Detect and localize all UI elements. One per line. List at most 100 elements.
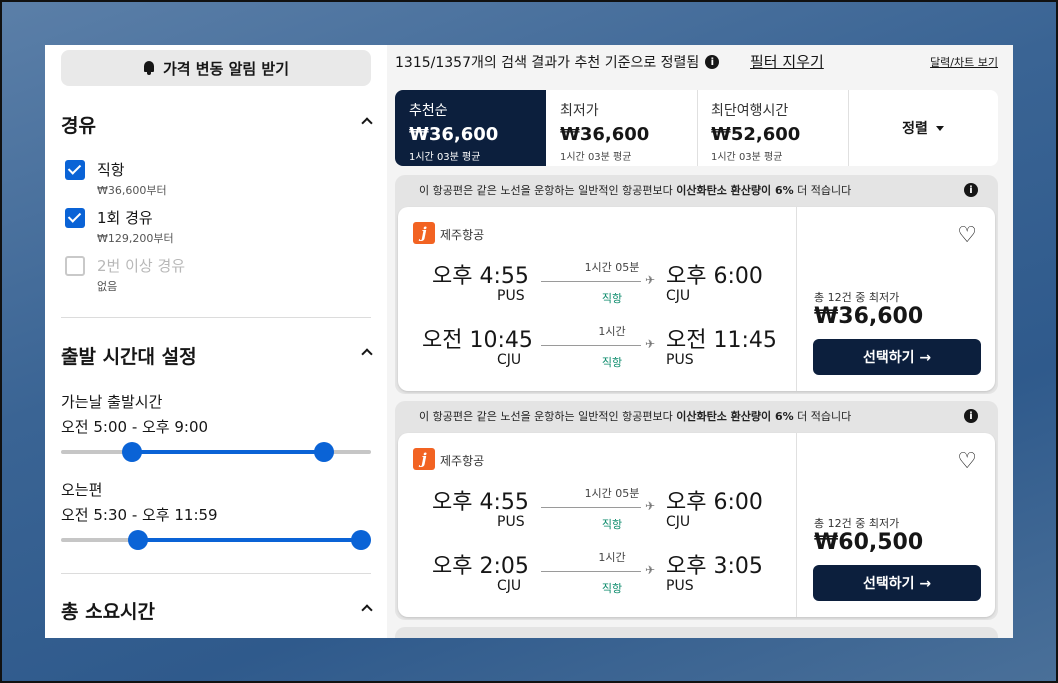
select-button[interactable]: 선택하기 → xyxy=(813,565,981,601)
arrival-airport: CJU xyxy=(666,514,691,530)
chevron-up-icon[interactable] xyxy=(361,117,373,129)
tab-cheapest[interactable]: 최저가 ₩36,600 1시간 03분 평균 xyxy=(546,90,697,166)
arrival-time: 오후 6:00 xyxy=(666,264,763,289)
stops-label: 직항 xyxy=(601,518,623,531)
slider-handle-start[interactable] xyxy=(128,530,148,550)
tab-sub: 1시간 03분 평균 xyxy=(560,152,632,163)
route-line xyxy=(541,281,641,282)
co2-note: 이 항공편은 같은 노선을 운항하는 일반적인 항공편보다 이산화탄소 환산량이… xyxy=(419,408,851,424)
departure-airport: CJU xyxy=(497,578,522,594)
tab-label: 추천순 xyxy=(409,103,448,119)
flight-card[interactable]: j 제주항공 오후 4:55 PUS 1시간 05분 ✈ 직항 오후 6:00 … xyxy=(398,207,995,391)
caret-down-icon xyxy=(935,125,944,131)
heart-icon[interactable]: ♡ xyxy=(957,223,977,248)
tab-price: ₩36,600 xyxy=(409,124,499,145)
outbound-time-label: 가는날 출발시간 xyxy=(61,393,163,411)
outbound-time-range: 오전 5:00 - 오후 9:00 xyxy=(61,418,209,436)
stops-label: 직항 xyxy=(601,356,623,369)
tab-price: ₩52,600 xyxy=(711,124,801,145)
price-caption: 총 12건 중 최저가 xyxy=(814,291,900,304)
divider xyxy=(61,317,371,318)
outbound-leg: 오후 4:55 PUS 1시간 05분 ✈ 직항 오후 6:00 CJU xyxy=(398,479,798,535)
tab-sub: 1시간 03분 평균 xyxy=(711,152,783,163)
select-button[interactable]: 선택하기 → xyxy=(813,339,981,375)
price-caption: 총 12건 중 최저가 xyxy=(814,517,900,530)
info-icon[interactable]: i xyxy=(964,409,978,423)
option-sub-one-stop: ₩129,200부터 xyxy=(97,232,174,245)
sort-bar: 추천순 ₩36,600 1시간 03분 평균 최저가 ₩36,600 1시간 0… xyxy=(395,90,998,166)
app-panel: 가격 변동 알림 받기 경유 직항 ₩36,600부터 1회 경유 ₩129,2… xyxy=(45,45,1013,638)
price: ₩60,500 xyxy=(814,530,924,555)
return-leg: 오후 2:05 CJU 1시간 ✈ 직항 오후 3:05 PUS xyxy=(398,543,798,599)
flight-duration: 1시간 05분 xyxy=(584,261,640,274)
bell-icon xyxy=(143,61,155,75)
return-leg: 오전 10:45 CJU 1시간 ✈ 직항 오전 11:45 PUS xyxy=(398,317,798,373)
arrival-airport: CJU xyxy=(666,288,691,304)
checkbox-nonstop[interactable] xyxy=(65,160,85,180)
price: ₩36,600 xyxy=(814,304,924,329)
departure-time: 오후 2:05 xyxy=(432,554,529,579)
clear-filters-link[interactable]: 필터 지우기 xyxy=(750,51,824,72)
price-alert-label: 가격 변동 알림 받기 xyxy=(162,59,290,78)
departure-airport: PUS xyxy=(497,514,525,530)
outbound-leg: 오후 4:55 PUS 1시간 05분 ✈ 직항 오후 6:00 CJU xyxy=(398,253,798,309)
divider xyxy=(61,573,371,574)
departure-time: 오전 10:45 xyxy=(422,328,533,353)
airline-logo: j xyxy=(413,448,435,470)
option-sub-nonstop: ₩36,600부터 xyxy=(97,184,167,197)
slider-fill xyxy=(138,538,361,542)
return-time-slider[interactable] xyxy=(61,530,371,550)
flight-result: 이 항공편은 같은 노선을 운항하는 일반적인 항공편보다 이산화탄소 환산량이… xyxy=(395,401,998,620)
airline-name: 제주항공 xyxy=(440,228,485,242)
price-alert-button[interactable]: 가격 변동 알림 받기 xyxy=(61,50,371,86)
return-time-range: 오전 5:30 - 오후 11:59 xyxy=(61,506,218,524)
flight-duration: 1시간 xyxy=(598,325,626,338)
outbound-time-slider[interactable] xyxy=(61,442,371,462)
checkbox-one-stop[interactable] xyxy=(65,208,85,228)
option-label-nonstop: 직항 xyxy=(97,161,125,179)
departure-airport: PUS xyxy=(497,288,525,304)
card-divider xyxy=(796,207,797,391)
arrival-time: 오전 11:45 xyxy=(666,328,777,353)
route-line xyxy=(541,507,641,508)
stops-label: 직항 xyxy=(601,582,623,595)
stops-label: 직항 xyxy=(601,292,623,305)
calendar-chart-link[interactable]: 달력/차트 보기 xyxy=(930,54,998,70)
airline-name: 제주항공 xyxy=(440,454,485,468)
return-time-label: 오는편 xyxy=(61,481,103,499)
co2-note-text: 이 항공편은 같은 노선을 운항하는 일반적인 항공편보다 xyxy=(419,184,677,197)
option-label-one-stop: 1회 경유 xyxy=(97,209,153,227)
chevron-up-icon[interactable] xyxy=(361,348,373,360)
flight-card[interactable]: j 제주항공 오후 4:55 PUS 1시간 05분 ✈ 직항 오후 6:00 … xyxy=(398,433,995,617)
total-duration-title: 총 소요시간 xyxy=(61,601,156,623)
tab-fastest[interactable]: 최단여행시간 ₩52,600 1시간 03분 평균 xyxy=(697,90,848,166)
plane-icon: ✈ xyxy=(645,499,656,513)
heart-icon[interactable]: ♡ xyxy=(957,449,977,474)
sort-dropdown[interactable]: 정렬 xyxy=(848,90,998,166)
info-icon[interactable]: i xyxy=(964,183,978,197)
departure-airport: CJU xyxy=(497,352,522,368)
card-divider xyxy=(796,433,797,617)
arrival-airport: PUS xyxy=(666,578,694,594)
arrival-airport: PUS xyxy=(666,352,694,368)
arrival-time: 오후 6:00 xyxy=(666,490,763,515)
results-summary: 1315/1357개의 검색 결과가 추천 기준으로 정렬됨 i xyxy=(395,52,720,72)
arrival-time: 오후 3:05 xyxy=(666,554,763,579)
slider-handle-end[interactable] xyxy=(314,442,334,462)
option-sub-two-plus: 없음 xyxy=(97,280,118,293)
slider-handle-end[interactable] xyxy=(351,530,371,550)
filter-sidebar: 가격 변동 알림 받기 경유 직항 ₩36,600부터 1회 경유 ₩129,2… xyxy=(45,45,387,638)
plane-icon: ✈ xyxy=(645,337,656,351)
tab-label: 최단여행시간 xyxy=(711,103,789,119)
route-line xyxy=(541,345,641,346)
info-icon[interactable]: i xyxy=(705,55,720,69)
stops-section-title: 경유 xyxy=(61,115,96,137)
flight-result-partial xyxy=(395,627,998,638)
chevron-up-icon[interactable] xyxy=(361,604,373,616)
slider-handle-start[interactable] xyxy=(122,442,142,462)
sort-dropdown-label: 정렬 xyxy=(902,121,928,137)
results-main: 1315/1357개의 검색 결과가 추천 기준으로 정렬됨 i 필터 지우기 … xyxy=(395,45,1013,638)
route-line xyxy=(541,571,641,572)
tab-recommended[interactable]: 추천순 ₩36,600 1시간 03분 평균 xyxy=(395,90,546,166)
results-count-text: 1315/1357개의 검색 결과가 추천 기준으로 정렬됨 xyxy=(395,55,700,71)
